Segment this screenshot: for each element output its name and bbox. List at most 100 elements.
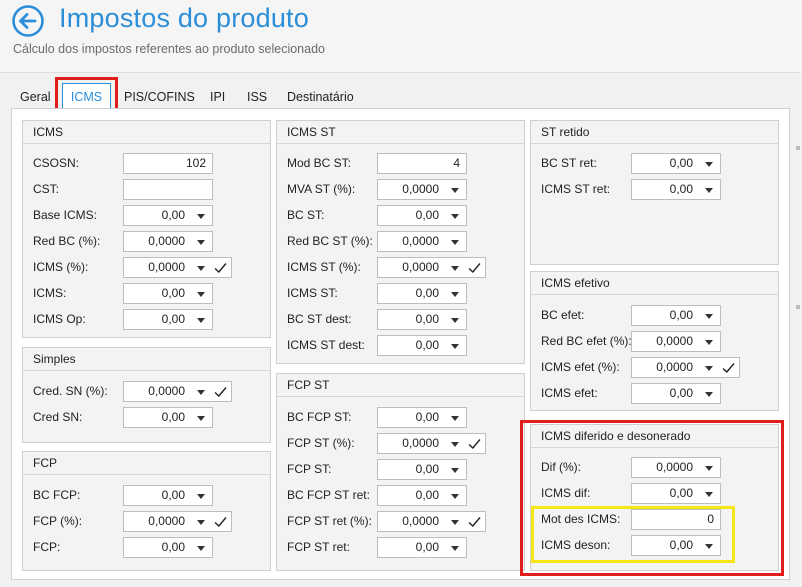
label-cst: CST: [33, 182, 60, 196]
chevron-down-icon[interactable] [705, 188, 713, 193]
chevron-down-icon[interactable] [451, 344, 459, 349]
icms-dropdown[interactable]: 0,00 [123, 283, 213, 304]
chevron-down-icon[interactable] [197, 292, 205, 297]
fcp-dropdown[interactable]: 0,00 [123, 537, 213, 558]
chevron-down-icon[interactable] [197, 390, 205, 395]
chevron-down-icon[interactable] [451, 318, 459, 323]
chevron-down-icon[interactable] [451, 546, 459, 551]
chevron-down-icon[interactable] [451, 240, 459, 245]
chevron-down-icon[interactable] [451, 416, 459, 421]
group-title: ICMS ST [287, 125, 336, 139]
icms-efet-pct-dropdown[interactable]: 0,0000 [631, 357, 740, 378]
chevron-down-icon[interactable] [451, 520, 459, 525]
bc-fcp-st-ret-dropdown[interactable]: 0,00 [377, 485, 467, 506]
fcp-st-ret-dropdown[interactable]: 0,00 [377, 537, 467, 558]
chevron-down-icon[interactable] [451, 442, 459, 447]
bc-st-dest-dropdown[interactable]: 0,00 [377, 309, 467, 330]
tax-window: Impostos do produto Cálculo dos impostos… [0, 0, 802, 587]
icms-st-dropdown[interactable]: 0,00 [377, 283, 467, 304]
tab-iss[interactable]: ISS [247, 83, 267, 108]
chevron-down-icon[interactable] [197, 240, 205, 245]
icms-deson-dropdown[interactable]: 0,00 [631, 535, 721, 556]
red-bc-dropdown[interactable]: 0,0000 [123, 231, 213, 252]
field-value: 0,0000 [148, 234, 185, 248]
check-icon [214, 263, 227, 274]
tab-icms[interactable]: ICMS [62, 83, 111, 108]
chevron-down-icon[interactable] [197, 520, 205, 525]
fcp-st-pct-dropdown[interactable]: 0,0000 [377, 433, 486, 454]
mod-bc-st-field[interactable]: 4 [377, 153, 467, 174]
group-title: ICMS [33, 125, 63, 139]
chevron-down-icon[interactable] [197, 266, 205, 271]
icms-dif-dropdown[interactable]: 0,00 [631, 483, 721, 504]
icms-st-ret-dropdown[interactable]: 0,00 [631, 179, 721, 200]
group-divider [531, 294, 778, 295]
back-arrow-icon[interactable] [11, 4, 45, 38]
tab-geral[interactable]: Geral [20, 83, 51, 108]
group-divider [531, 143, 778, 144]
field-value: 0,00 [161, 410, 185, 424]
chevron-down-icon[interactable] [705, 466, 713, 471]
header-divider [0, 72, 800, 73]
field-value: 0,0000 [402, 260, 439, 274]
chevron-down-icon[interactable] [197, 494, 205, 499]
icms-st-dest-dropdown[interactable]: 0,00 [377, 335, 467, 356]
chevron-down-icon[interactable] [451, 266, 459, 271]
bc-st-ret-dropdown[interactable]: 0,00 [631, 153, 721, 174]
fcp-st-ret-pct-dropdown[interactable]: 0,0000 [377, 511, 486, 532]
group-divider [531, 447, 778, 448]
red-bc-st-dropdown[interactable]: 0,0000 [377, 231, 467, 252]
label-mod-bc-st: Mod BC ST: [287, 156, 352, 170]
label-csosn: CSOSN: [33, 156, 80, 170]
label-icms: ICMS: [33, 286, 67, 300]
chevron-down-icon[interactable] [451, 214, 459, 219]
label-icms-dif: ICMS dif: [541, 486, 591, 500]
chevron-down-icon[interactable] [705, 162, 713, 167]
chevron-down-icon[interactable] [705, 366, 713, 371]
chevron-down-icon[interactable] [451, 468, 459, 473]
icms-pct-dropdown[interactable]: 0,0000 [123, 257, 232, 278]
cst-field[interactable] [123, 179, 213, 200]
field-value: 0,00 [669, 156, 693, 170]
tab-pis-cofins[interactable]: PIS/COFINS [124, 83, 195, 108]
tab-ipi[interactable]: IPI [210, 83, 225, 108]
chevron-down-icon[interactable] [705, 340, 713, 345]
label-cred-sn-pct: Cred. SN (%): [33, 384, 108, 398]
group-divider [23, 143, 270, 144]
fcp-st-dropdown[interactable]: 0,00 [377, 459, 467, 480]
chevron-down-icon[interactable] [451, 494, 459, 499]
bc-efet-dropdown[interactable]: 0,00 [631, 305, 721, 326]
chevron-down-icon[interactable] [705, 314, 713, 319]
chevron-down-icon[interactable] [705, 544, 713, 549]
mot-des-icms-field[interactable]: 0 [631, 509, 721, 530]
chevron-down-icon[interactable] [705, 392, 713, 397]
label-dif-pct: Dif (%): [541, 460, 581, 474]
fcp-pct-dropdown[interactable]: 0,0000 [123, 511, 232, 532]
chevron-down-icon[interactable] [197, 546, 205, 551]
tab-destinatario[interactable]: Destinatário [287, 83, 354, 108]
chevron-down-icon[interactable] [197, 214, 205, 219]
bc-fcp-dropdown[interactable]: 0,00 [123, 485, 213, 506]
check-icon [468, 263, 481, 274]
chevron-down-icon[interactable] [197, 416, 205, 421]
cred-sn-pct-dropdown[interactable]: 0,0000 [123, 381, 232, 402]
icms-op-dropdown[interactable]: 0,00 [123, 309, 213, 330]
field-value: 0,0000 [402, 182, 439, 196]
chevron-down-icon[interactable] [451, 292, 459, 297]
scrollbar-mark [796, 146, 800, 150]
dif-pct-dropdown[interactable]: 0,0000 [631, 457, 721, 478]
chevron-down-icon[interactable] [451, 188, 459, 193]
label-mva-st: MVA ST (%): [287, 182, 356, 196]
base-icms-dropdown[interactable]: 0,00 [123, 205, 213, 226]
icms-st-pct-dropdown[interactable]: 0,0000 [377, 257, 486, 278]
chevron-down-icon[interactable] [705, 492, 713, 497]
cred-sn-dropdown[interactable]: 0,00 [123, 407, 213, 428]
bc-st-dropdown[interactable]: 0,00 [377, 205, 467, 226]
red-bc-efet-dropdown[interactable]: 0,0000 [631, 331, 721, 352]
mva-st-dropdown[interactable]: 0,0000 [377, 179, 467, 200]
csosn-field[interactable]: 102 [123, 153, 213, 174]
bc-fcp-st-dropdown[interactable]: 0,00 [377, 407, 467, 428]
icms-efet-dropdown[interactable]: 0,00 [631, 383, 721, 404]
field-value: 0,0000 [402, 514, 439, 528]
chevron-down-icon[interactable] [197, 318, 205, 323]
